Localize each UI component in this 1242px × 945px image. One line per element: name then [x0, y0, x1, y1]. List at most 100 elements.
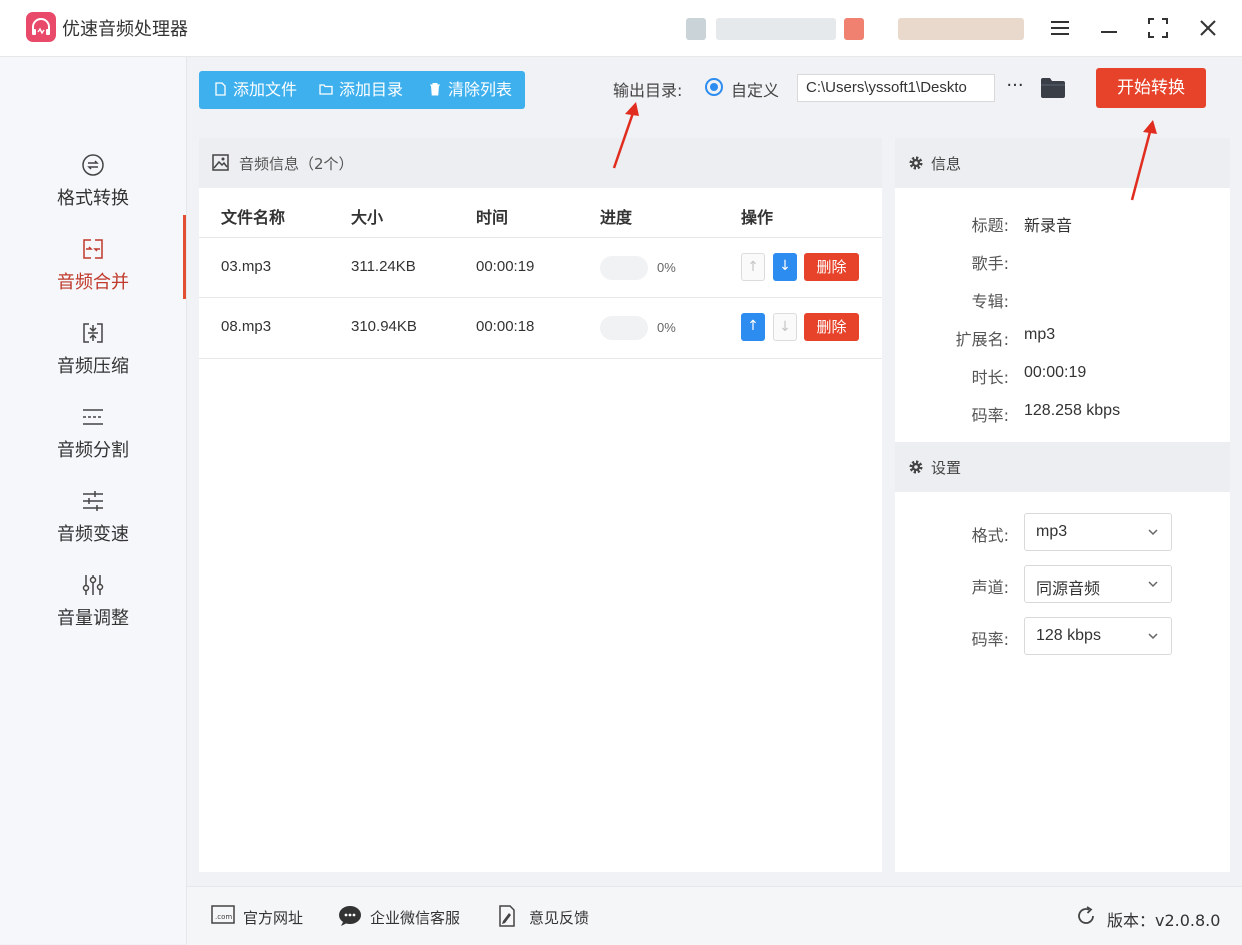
column-header-progress[interactable]: 进度	[600, 204, 632, 228]
active-nav-indicator	[183, 215, 186, 299]
add-file-button[interactable]: 添加文件	[213, 71, 297, 109]
bitrate-label: 码率:	[971, 630, 1009, 649]
settings-panel-title: 设置	[931, 459, 962, 477]
chat-bubble-icon	[339, 906, 361, 926]
swap-circle-icon	[82, 154, 104, 176]
annotation-arrow-icon	[1130, 120, 1157, 201]
app-title: 优速音频处理器	[62, 19, 188, 40]
move-down-button: ↓	[773, 313, 797, 341]
delete-button[interactable]: 删除	[804, 313, 859, 341]
maximize-icon[interactable]	[1140, 12, 1176, 44]
channel-label: 声道:	[971, 578, 1009, 597]
info-label: 时长:	[971, 368, 1009, 387]
info-label: 歌手:	[971, 254, 1009, 273]
bitrate-select[interactable]: 128 kbps	[1024, 617, 1172, 655]
move-down-button[interactable]: ↓	[773, 253, 797, 281]
clear-list-label: 清除列表	[448, 80, 513, 99]
info-panel-title: 信息	[931, 155, 962, 173]
chevron-down-icon	[1148, 633, 1158, 640]
blurred-user-avatar	[898, 18, 1024, 40]
sidebar-item-label: 音频合并	[57, 272, 129, 293]
folder-icon[interactable]	[1040, 77, 1066, 99]
settings-panel-header: 设置	[895, 442, 1230, 492]
sidebar-item-format-convert[interactable]: 格式转换	[0, 144, 186, 228]
format-select-value: mp3	[1036, 523, 1068, 540]
wechat-service-label: 企业微信客服	[370, 909, 461, 927]
progress-bar	[600, 316, 648, 340]
output-path-input[interactable]: C:\Users\yssoft1\Deskto	[797, 74, 995, 102]
chevron-down-icon	[1148, 581, 1158, 588]
file-toolbar: 添加文件 添加目录 清除列表	[199, 71, 525, 109]
split-icon	[83, 409, 103, 425]
close-icon[interactable]	[1190, 12, 1226, 44]
app-logo-icon	[26, 12, 56, 42]
column-header-size[interactable]: 大小	[351, 204, 383, 228]
footer: .com 官方网址 企业微信客服 意见反馈 版本：v2.0.8.0	[187, 886, 1242, 945]
settings-panel: 设置 格式: mp3 声道: 同源音频 码率: 128 kbps	[895, 442, 1230, 872]
sidebar-item-label: 音频压缩	[57, 356, 129, 377]
title-bar: 优速音频处理器	[0, 0, 1242, 57]
file-icon	[215, 82, 226, 96]
file-time-cell: 00:00:18	[476, 318, 535, 335]
sidebar-item-audio-split[interactable]: 音频分割	[0, 396, 186, 480]
delete-button[interactable]: 删除	[804, 253, 859, 281]
format-select[interactable]: mp3	[1024, 513, 1172, 551]
file-size-cell: 311.24KB	[351, 258, 416, 275]
image-icon	[212, 154, 229, 171]
svg-text:.com: .com	[215, 913, 232, 921]
minimize-icon[interactable]	[1091, 12, 1127, 44]
table-row[interactable]: 03.mp3 311.24KB 00:00:19 0% ↑ ↓ 删除	[199, 237, 882, 298]
move-up-button[interactable]: ↑	[741, 313, 765, 341]
column-header-name[interactable]: 文件名称	[221, 204, 285, 228]
annotation-arrow-icon	[612, 102, 639, 169]
file-name-cell: 08.mp3	[221, 318, 272, 335]
website-icon: .com	[211, 905, 235, 924]
info-value: 00:00:19	[1024, 364, 1087, 381]
info-label: 码率:	[971, 406, 1009, 425]
info-value: mp3	[1024, 326, 1056, 343]
file-list-panel: 音频信息（2个） 文件名称 大小 时间 进度 操作 03.mp3 311.24K…	[199, 138, 882, 872]
blurred-user-info	[716, 18, 836, 40]
sidebar-item-label: 格式转换	[57, 188, 129, 209]
info-panel: 信息 标题: 新录音 歌手: 专辑: 扩展名: mp3 时长: 00:00:19…	[895, 138, 1230, 442]
gear-icon	[909, 156, 923, 170]
sidebar-item-label: 音频分割	[57, 440, 129, 461]
file-size-cell: 310.94KB	[351, 318, 417, 335]
progress-percent: 0%	[657, 320, 676, 335]
file-time-cell: 00:00:19	[476, 258, 535, 275]
sidebar-item-label: 音频变速	[57, 524, 129, 545]
gear-icon	[909, 460, 923, 474]
info-label: 专辑:	[971, 292, 1009, 311]
sidebar-item-volume-adjust[interactable]: 音量调整	[0, 564, 186, 648]
info-value: 新录音	[1024, 218, 1073, 235]
speed-sliders-icon	[83, 491, 103, 511]
info-label: 标题:	[971, 216, 1009, 235]
custom-dir-radio-label[interactable]: 自定义	[731, 77, 779, 101]
add-folder-button[interactable]: 添加目录	[319, 71, 403, 109]
table-row[interactable]: 08.mp3 310.94KB 00:00:18 0% ↑ ↓ 删除	[199, 297, 882, 359]
sidebar-item-audio-speed[interactable]: 音频变速	[0, 480, 186, 564]
start-convert-button[interactable]: 开始转换	[1096, 68, 1206, 108]
file-list-header: 音频信息（2个）	[199, 138, 882, 188]
custom-dir-radio[interactable]	[705, 78, 723, 96]
sidebar-item-label: 音量调整	[57, 608, 129, 629]
clear-list-button[interactable]: 清除列表	[428, 71, 512, 109]
sidebar-item-audio-compress[interactable]: 音频压缩	[0, 312, 186, 396]
trash-icon	[430, 83, 440, 96]
column-header-time[interactable]: 时间	[476, 204, 508, 228]
move-up-button: ↑	[741, 253, 765, 281]
compress-icon	[83, 323, 103, 343]
file-name-cell: 03.mp3	[221, 258, 272, 275]
blurred-user-info	[686, 18, 706, 40]
blurred-user-badge	[844, 18, 864, 40]
more-options-button[interactable]: ···	[1003, 76, 1027, 100]
add-file-label: 添加文件	[233, 80, 298, 99]
feedback-icon	[499, 905, 515, 927]
format-label: 格式:	[971, 526, 1009, 545]
sidebar-item-audio-merge[interactable]: 音频合并	[0, 228, 186, 312]
menu-icon[interactable]	[1042, 12, 1078, 44]
info-panel-header: 信息	[895, 138, 1230, 188]
channel-select[interactable]: 同源音频	[1024, 565, 1172, 603]
channel-select-value: 同源音频	[1036, 581, 1101, 598]
info-value: 128.258 kbps	[1024, 402, 1121, 419]
